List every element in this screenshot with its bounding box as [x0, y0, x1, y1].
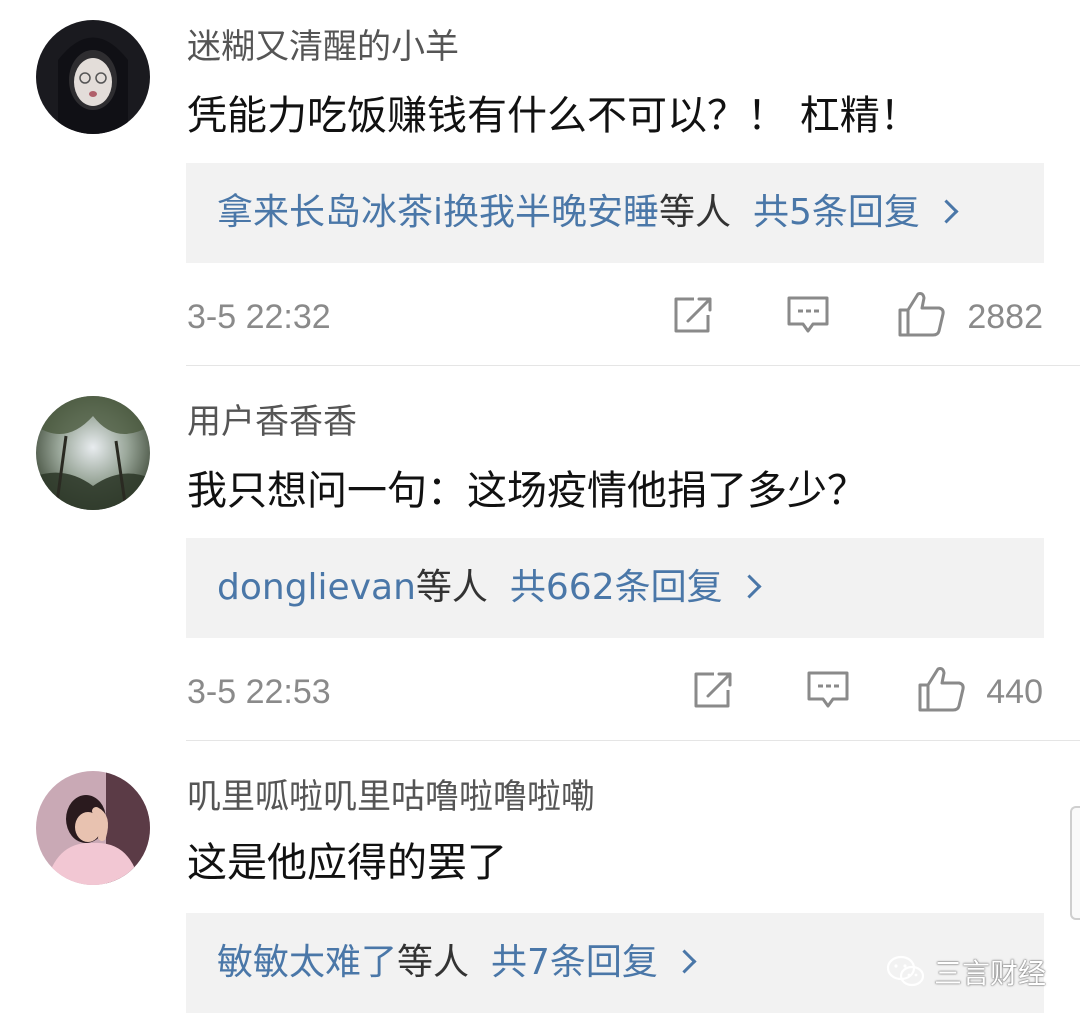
avatar[interactable] — [36, 771, 150, 885]
reply-suffix: 等人 — [415, 567, 488, 608]
avatar[interactable] — [36, 396, 150, 510]
share-icon[interactable] — [692, 670, 736, 714]
reply-users[interactable]: 敏敏太难了 — [217, 942, 397, 983]
wechat-icon — [886, 955, 925, 987]
thumbs-up-icon[interactable] — [917, 665, 967, 717]
thumbs-up-icon[interactable] — [897, 290, 947, 342]
reply-suffix: 等人 — [659, 192, 732, 233]
chevron-right-icon — [934, 199, 959, 224]
like-count: 440 — [986, 673, 1043, 711]
comment-icon[interactable] — [786, 295, 830, 341]
chevron-right-icon — [737, 574, 762, 599]
watermark-text: 三言财经 — [933, 957, 1046, 990]
chevron-right-icon — [672, 949, 697, 974]
reply-count[interactable]: 共7条回复 — [491, 942, 658, 983]
watermark: 三言财经 — [886, 952, 1046, 992]
comment-item: 迷糊又清醒的小羊 凭能力吃饭赚钱有什么不可以？！ 杠精！ 拿来长岛冰茶i换我半晚… — [0, 0, 1080, 365]
comment-content: 这是他应得的罢了 — [187, 840, 507, 886]
reply-count[interactable]: 共5条回复 — [753, 192, 920, 233]
reply-users[interactable]: donglievan — [217, 567, 416, 608]
comment-content: 凭能力吃饭赚钱有什么不可以？！ 杠精！ — [187, 93, 920, 139]
comment-username[interactable]: 迷糊又清醒的小羊 — [187, 27, 459, 67]
share-icon[interactable] — [672, 295, 716, 339]
reply-users[interactable]: 拿来长岛冰茶i换我半晚安睡 — [217, 192, 659, 233]
comment-item: 用户香香香 我只想问一句：这场疫情他捐了多少？ donglievan等人 共662… — [0, 366, 1080, 740]
reply-summary[interactable]: 拿来长岛冰茶i换我半晚安睡等人 共5条回复 — [186, 163, 1044, 263]
comment-username[interactable]: 叽里呱啦叽里咕噜啦噜啦嘞 — [187, 777, 595, 817]
reply-count[interactable]: 共662条回复 — [510, 567, 723, 608]
reply-summary[interactable]: donglievan等人 共662条回复 — [186, 538, 1044, 638]
comment-time: 3-5 22:53 — [187, 673, 331, 711]
like-count: 2882 — [967, 298, 1043, 336]
comment-username[interactable]: 用户香香香 — [187, 402, 357, 442]
scroll-handle[interactable] — [1070, 806, 1080, 920]
comment-icon[interactable] — [806, 670, 850, 716]
reply-suffix: 等人 — [397, 942, 470, 983]
comment-time: 3-5 22:32 — [187, 298, 331, 336]
avatar[interactable] — [36, 20, 150, 134]
comment-content: 我只想问一句：这场疫情他捐了多少？ — [187, 468, 867, 514]
